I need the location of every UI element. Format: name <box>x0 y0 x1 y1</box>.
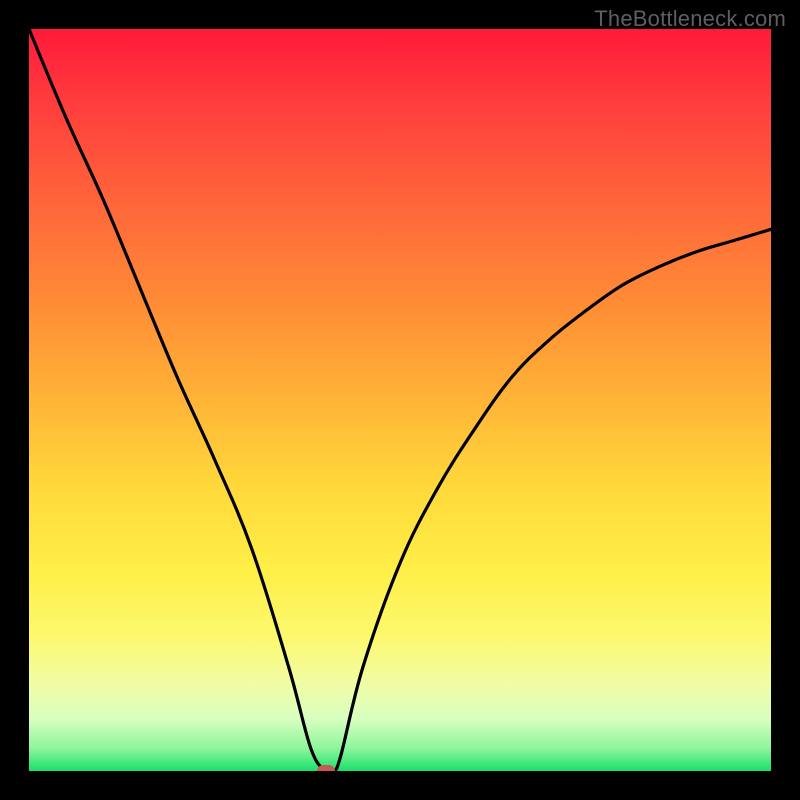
watermark-text: TheBottleneck.com <box>594 6 786 32</box>
image-frame: TheBottleneck.com <box>0 0 800 800</box>
plot-area <box>29 29 771 771</box>
bottleneck-curve <box>29 29 771 771</box>
optimal-point-marker <box>317 765 335 771</box>
